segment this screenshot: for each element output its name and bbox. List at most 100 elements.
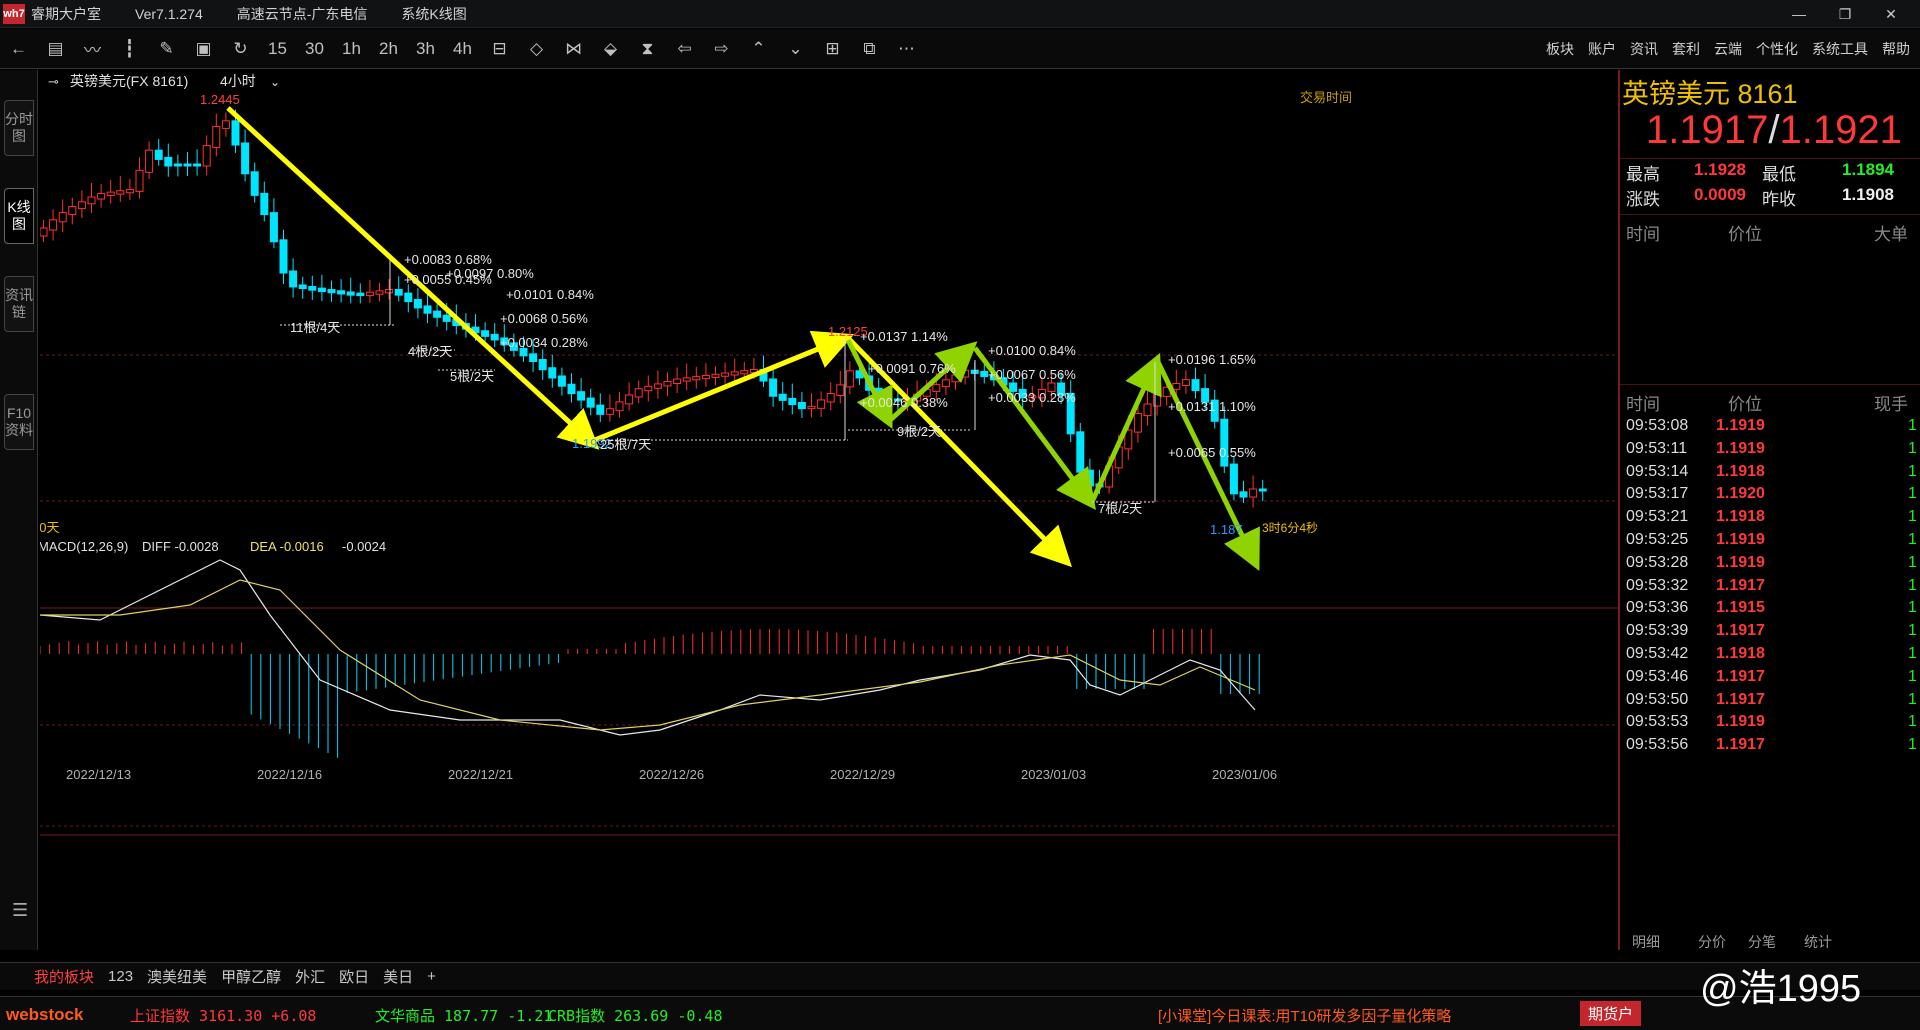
quote-panel: 英镑美元 8161 1.1917/1.1921 最高 1.1928 最低 1.1… [1618,70,1920,950]
menu-news[interactable]: 资讯 [1630,39,1658,59]
minimize-button[interactable]: — [1776,0,1822,28]
tab-usd-jpy[interactable]: 美日 [383,966,413,987]
tab-123[interactable]: 123 [108,968,133,985]
menu-cloud[interactable]: 云端 [1714,39,1742,59]
hourglass-icon[interactable]: ⧗ [629,33,666,65]
down-icon[interactable]: ⌄ [777,33,814,65]
macd-dea: DEA -0.0016 [250,539,324,554]
menu-system-tools[interactable]: 系统工具 [1812,39,1868,59]
candle-body [125,188,134,194]
candle-body [413,299,422,309]
window-icon[interactable]: ⧉ [851,33,888,65]
tab-news-chain[interactable]: 资讯链 [4,276,34,332]
candlestick-icon[interactable]: ┇ [111,33,148,65]
annotation: +0.0101 0.84% [506,287,594,302]
refresh-icon[interactable]: ↻ [222,33,259,65]
macd-label[interactable]: MACD(12,26,9) [40,539,128,554]
add-tab-button[interactable]: + [427,968,436,985]
tab-detail[interactable]: 明细 [1632,932,1660,952]
date-label: 2022/12/13 [66,767,131,782]
zoom-out-icon[interactable]: ⋈ [555,33,592,65]
diamond-icon[interactable]: ⬙ [592,33,629,65]
tab-price-dist[interactable]: 分价 [1698,932,1726,952]
tab-methanol[interactable]: 甲醇乙醇 [221,966,281,987]
candle-body [577,391,586,401]
menu-sector[interactable]: 板块 [1546,39,1574,59]
tick-time: 09:53:17 [1626,485,1689,503]
next-icon[interactable]: ⇨ [703,33,740,65]
candle-body [404,292,413,303]
zoom-in-icon[interactable]: ◇ [518,33,555,65]
tick-time: 09:53:39 [1626,622,1689,640]
more-icon[interactable]: ⋯ [888,33,925,65]
green-trend-arrow [1089,352,1162,504]
tab-aud-nzd[interactable]: 澳美纽美 [147,966,207,987]
candle-body [365,291,374,297]
col-price: 价位 [1728,395,1762,414]
tick-time: 09:53:11 [1626,439,1688,457]
annotation: 25根/7天 [600,437,651,452]
change-prev-row: 涨跌 0.0009 昨收 1.1908 [1620,185,1920,213]
period-selector[interactable]: 4小时 [220,73,256,89]
period-30-button[interactable]: 30 [296,33,333,65]
day-icon[interactable]: ⊟ [481,33,518,65]
maximize-button[interactable]: ❐ [1822,0,1868,28]
candle-body [1181,379,1190,386]
chevron-down-icon[interactable]: ⌄ [270,75,280,89]
list-icon[interactable]: ▤ [37,33,74,65]
back-icon[interactable]: ← [0,33,37,65]
tab-timeshare[interactable]: 分时图 [4,100,34,156]
candle-body [116,190,125,195]
tick-time: 09:53:46 [1626,667,1689,685]
chart-area[interactable]: ⊸ 英镑美元(FX 8161) 4小时 ⌄ 交易时间 1.2445 1.1992… [40,70,1618,950]
period-15-button[interactable]: 15 [259,33,296,65]
tick-volume: 1 [1908,736,1917,754]
annotation: 9根/2天 [897,424,941,439]
candle-body [375,290,384,295]
tick-volume: 1 [1908,508,1917,526]
menu-account[interactable]: 账户 [1588,39,1616,59]
index-wenhua[interactable]: 文华商品 187.77 -1.21 [375,1005,552,1026]
save-icon[interactable]: ▣ [185,33,222,65]
candle-body [202,145,211,167]
up-icon[interactable]: ⌃ [740,33,777,65]
tab-f10[interactable]: F10资料 [4,394,34,450]
period-1h-button[interactable]: 1h [333,33,370,65]
index-crb[interactable]: CRB指数 263.69 -0.48 [548,1005,723,1026]
menu-list-icon[interactable]: ☰ [12,900,28,921]
tick-price: 1.1915 [1716,599,1765,617]
news-ticker[interactable]: [小课堂]今日课表:用T10研发多因子量化策略 [1158,1005,1451,1026]
line-chart-icon[interactable]: 〰 [74,33,111,65]
candle-body [769,378,778,397]
prev-icon[interactable]: ⇦ [666,33,703,65]
trade-time-label[interactable]: 交易时间 [1300,90,1352,105]
annotation: +0.0131 1.10% [1168,399,1256,414]
period-2h-button[interactable]: 2h [370,33,407,65]
period-4h-button[interactable]: 4h [444,33,481,65]
menu-small-icon[interactable]: ⊸ [48,74,59,89]
draw-icon[interactable]: ✎ [148,33,185,65]
tick-price: 1.1918 [1716,508,1765,526]
tab-my-sector[interactable]: 我的板块 [34,966,94,987]
close-button[interactable]: ✕ [1868,0,1914,28]
tab-kline[interactable]: K线图 [4,188,34,244]
tab-stats[interactable]: 统计 [1804,932,1832,952]
grid-icon[interactable]: ⊞ [814,33,851,65]
col-volume: 现手 [1874,395,1908,414]
big-order-header: 时间 价位 大单 [1620,220,1920,248]
tab-forex[interactable]: 外汇 [295,966,325,987]
candle-body [87,196,96,205]
menu-personalize[interactable]: 个性化 [1756,39,1798,59]
tab-ticks[interactable]: 分笔 [1748,932,1776,952]
tick-time: 09:53:36 [1626,599,1689,617]
yellow-trend-arrow [594,330,855,443]
tick-price: 1.1919 [1716,417,1765,434]
period-3h-button[interactable]: 3h [407,33,444,65]
bid-price: 1.1917 [1646,108,1769,152]
index-shanghai[interactable]: 上证指数 3161.30 +6.08 [130,1005,316,1026]
menu-help[interactable]: 帮助 [1882,39,1910,59]
account-badge[interactable]: 期货户 [1580,1001,1642,1026]
candle-body [49,219,58,231]
tab-eur-jpy[interactable]: 欧日 [339,966,369,987]
menu-arbitrage[interactable]: 套利 [1672,39,1700,59]
